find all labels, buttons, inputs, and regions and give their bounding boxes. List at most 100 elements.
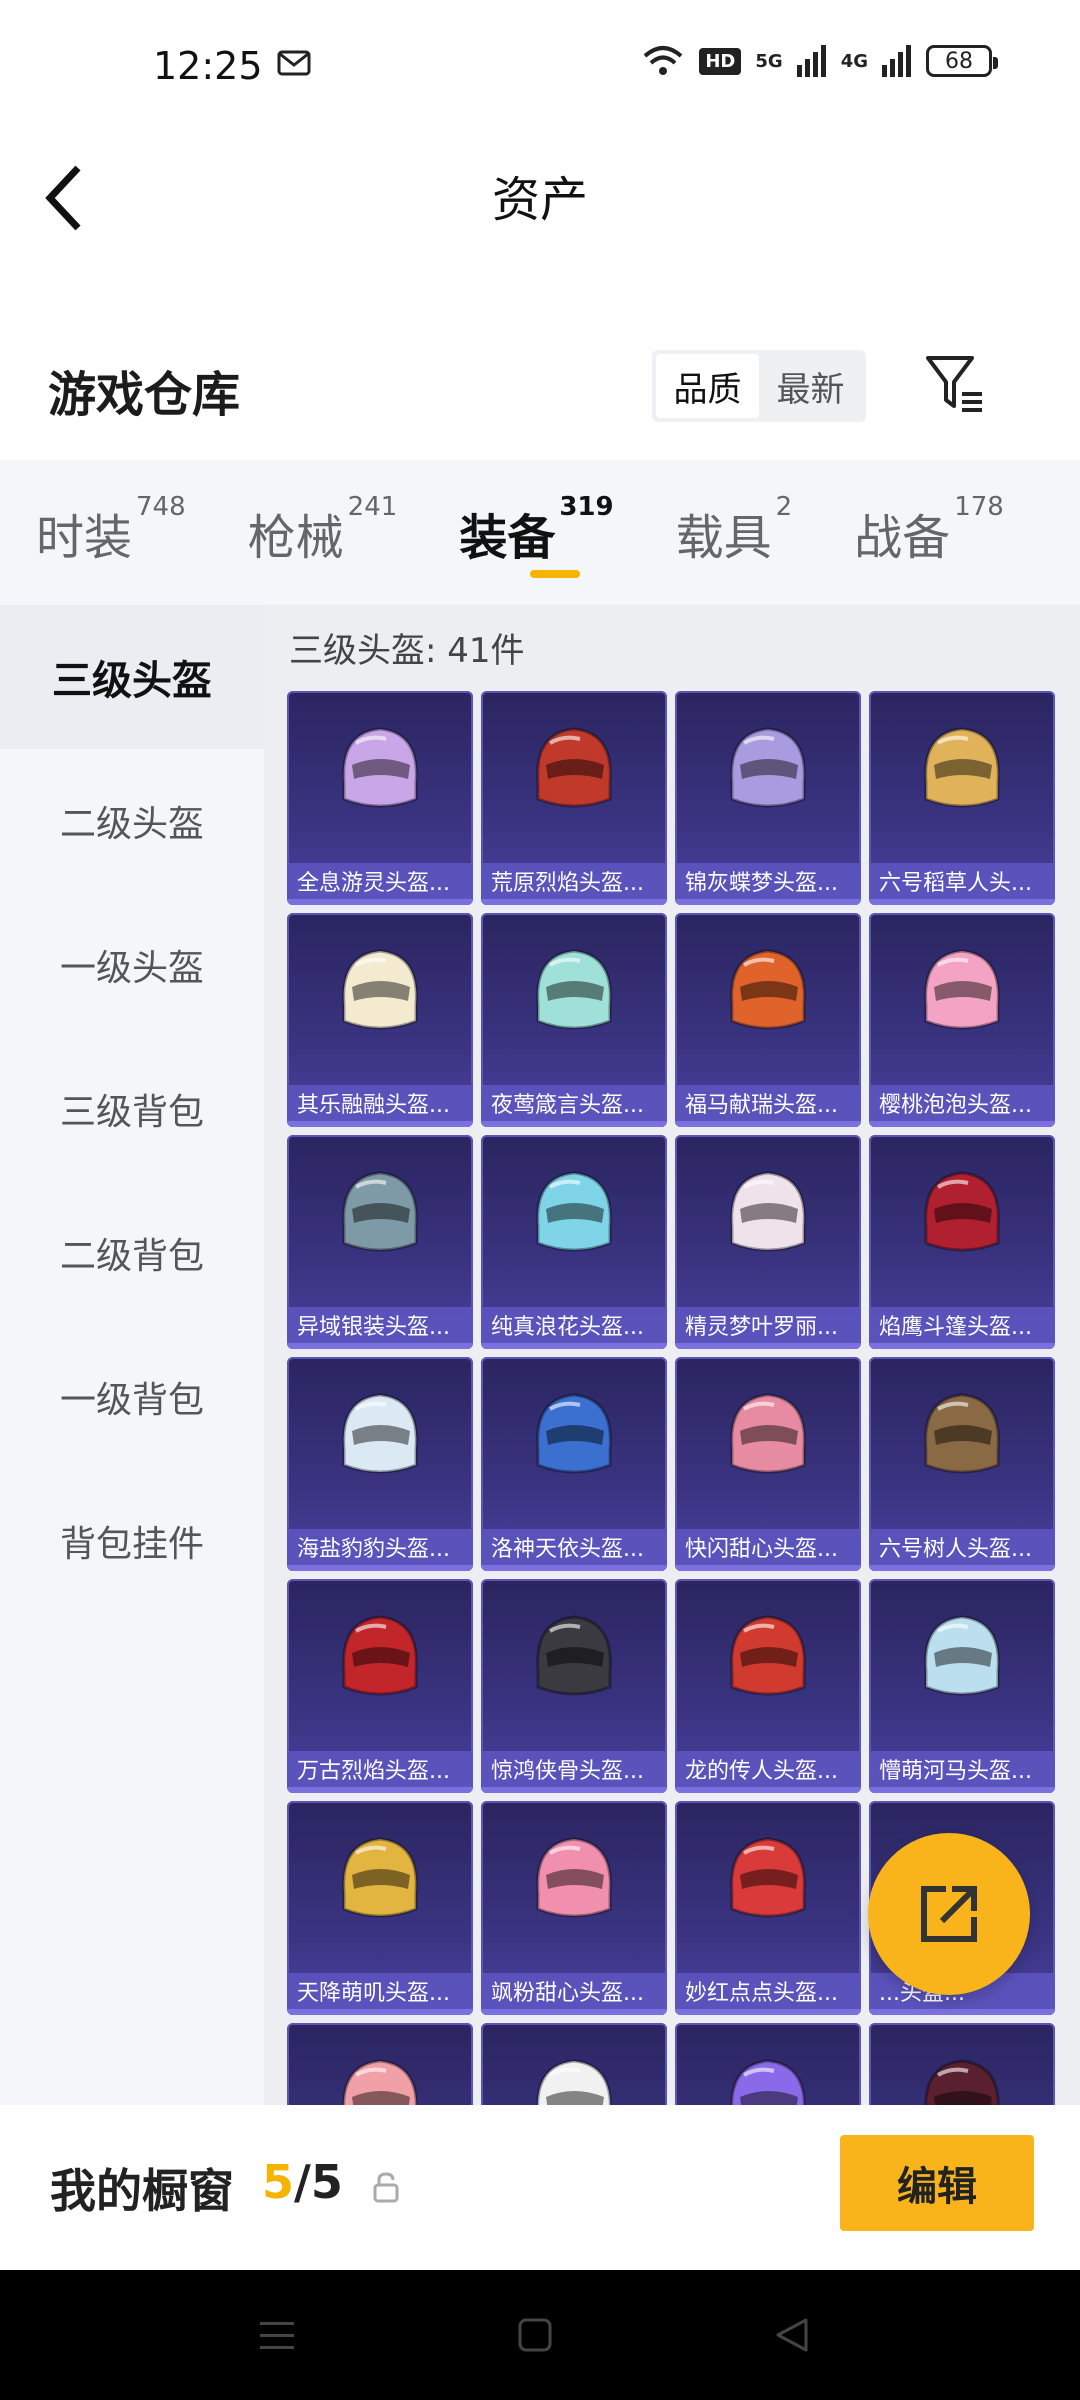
item-card[interactable]: 天降萌叽头盔... bbox=[287, 1801, 473, 2015]
helmet-icon bbox=[342, 1615, 418, 1696]
sort-toggle: 品质 最新 bbox=[652, 350, 866, 422]
tab-weapons[interactable]: 枪械241 bbox=[247, 492, 398, 568]
item-card[interactable]: 精灵梦叶罗丽... bbox=[675, 1135, 861, 1349]
message-icon bbox=[277, 50, 311, 76]
item-card[interactable]: 全息游灵头盔... bbox=[287, 691, 473, 905]
item-card[interactable]: 惊鸿侠骨头盔... bbox=[481, 1579, 667, 1793]
item-card[interactable]: 洛神天依头盔... bbox=[481, 1357, 667, 1571]
item-card[interactable]: 锦灰蝶梦头盔... bbox=[675, 691, 861, 905]
menu-icon[interactable] bbox=[254, 2312, 300, 2358]
item-card[interactable] bbox=[287, 2023, 473, 2105]
sort-option-latest[interactable]: 最新 bbox=[759, 354, 862, 418]
helmet-icon bbox=[536, 1171, 612, 1252]
tab-count: 178 bbox=[954, 491, 1004, 522]
item-card[interactable]: 纯真浪花头盔... bbox=[481, 1135, 667, 1349]
card-stripe bbox=[287, 1787, 473, 1793]
item-card[interactable]: 万古烈焰头盔... bbox=[287, 1579, 473, 1793]
item-card[interactable]: 快闪甜心头盔... bbox=[675, 1357, 861, 1571]
showcase-bar: 我的橱窗 5/5 编辑 bbox=[0, 2105, 1080, 2270]
wifi-icon bbox=[644, 46, 683, 75]
back-nav-icon[interactable] bbox=[770, 2312, 816, 2358]
helmet-icon bbox=[924, 1615, 1000, 1696]
item-card[interactable]: 六号稻草人头... bbox=[869, 691, 1055, 905]
home-icon[interactable] bbox=[512, 2312, 558, 2358]
card-stripe bbox=[287, 2009, 473, 2015]
helmet-icon bbox=[730, 1393, 806, 1474]
showcase-label: 我的橱窗 bbox=[50, 2164, 234, 2218]
tab-vehicles[interactable]: 载具2 bbox=[676, 492, 793, 568]
subnav-backpack-pendant[interactable]: 背包挂件 bbox=[0, 1469, 264, 1613]
signal-icon bbox=[796, 45, 826, 77]
tab-equipment[interactable]: 装备319 bbox=[459, 492, 613, 568]
subnav-level1-backpack[interactable]: 一级背包 bbox=[0, 1325, 264, 1469]
item-card[interactable]: 焰鹰斗篷头盔... bbox=[869, 1135, 1055, 1349]
app-screen: 12:25 HD 5G 4G 68 资产 游戏仓库 品质 最新 时装748 枪械… bbox=[0, 0, 1080, 2400]
tab-label: 时装 bbox=[36, 509, 133, 566]
tab-label: 枪械 bbox=[247, 509, 344, 566]
subnav-level1-helmet[interactable]: 一级头盔 bbox=[0, 893, 264, 1037]
subnav-level3-helmet[interactable]: 三级头盔 bbox=[0, 605, 264, 749]
tab-gear[interactable]: 战备178 bbox=[854, 492, 1004, 568]
page-title: 资产 bbox=[491, 172, 588, 228]
tab-fashion[interactable]: 时装748 bbox=[36, 492, 186, 568]
sort-option-quality[interactable]: 品质 bbox=[656, 354, 759, 418]
helmet-icon bbox=[730, 1837, 806, 1918]
battery-icon: 68 bbox=[926, 45, 998, 77]
card-stripe bbox=[675, 1343, 861, 1349]
item-card[interactable] bbox=[869, 2023, 1055, 2105]
item-card[interactable]: 其乐融融头盔... bbox=[287, 913, 473, 1127]
helmet-icon bbox=[536, 1393, 612, 1474]
signal-5g-label: 5G bbox=[755, 50, 783, 72]
item-card[interactable]: 海盐豹豹头盔... bbox=[287, 1357, 473, 1571]
card-stripe bbox=[869, 899, 1055, 905]
card-stripe bbox=[481, 1565, 667, 1571]
item-card[interactable]: 妙红点点头盔... bbox=[675, 1801, 861, 2015]
status-bar: 12:25 HD 5G 4G 68 bbox=[0, 0, 1080, 130]
tab-label: 装备 bbox=[459, 509, 556, 566]
card-stripe bbox=[675, 1787, 861, 1793]
item-card[interactable]: 荒原烈焰头盔... bbox=[481, 691, 667, 905]
card-stripe bbox=[675, 2009, 861, 2015]
category-tabs: 时装748 枪械241 装备319 载具2 战备178 bbox=[0, 460, 1080, 605]
filter-icon[interactable] bbox=[922, 350, 988, 416]
helmet-icon bbox=[536, 1615, 612, 1696]
item-card[interactable]: 夜莺箴言头盔... bbox=[481, 913, 667, 1127]
helmet-icon bbox=[924, 1171, 1000, 1252]
signal-4g-label: 4G bbox=[840, 50, 868, 72]
item-card[interactable] bbox=[481, 2023, 667, 2105]
subnav-level3-backpack[interactable]: 三级背包 bbox=[0, 1037, 264, 1181]
item-card[interactable]: 樱桃泡泡头盔... bbox=[869, 913, 1055, 1127]
share-fab-button[interactable] bbox=[868, 1833, 1030, 1995]
card-stripe bbox=[287, 899, 473, 905]
status-time: 12:25 bbox=[153, 44, 263, 88]
item-card[interactable]: 六号树人头盔... bbox=[869, 1357, 1055, 1571]
card-stripe bbox=[481, 899, 667, 905]
subnav-level2-backpack[interactable]: 二级背包 bbox=[0, 1181, 264, 1325]
card-stripe bbox=[869, 1787, 1055, 1793]
helmet-icon bbox=[924, 727, 1000, 808]
helmet-icon bbox=[730, 727, 806, 808]
helmet-icon bbox=[342, 727, 418, 808]
card-stripe bbox=[869, 1565, 1055, 1571]
helmet-icon bbox=[924, 949, 1000, 1030]
card-stripe bbox=[869, 1343, 1055, 1349]
helmet-icon bbox=[730, 2059, 806, 2105]
hd-badge: HD bbox=[699, 47, 742, 75]
item-card[interactable]: 龙的传人头盔... bbox=[675, 1579, 861, 1793]
tab-count: 319 bbox=[559, 491, 614, 522]
item-card[interactable]: 懵萌河马头盔... bbox=[869, 1579, 1055, 1793]
item-card[interactable]: 福马献瑞头盔... bbox=[675, 913, 861, 1127]
helmet-icon bbox=[924, 2059, 1000, 2105]
edit-button[interactable]: 编辑 bbox=[840, 2135, 1034, 2231]
battery-level: 68 bbox=[945, 48, 973, 74]
subnav-level2-helmet[interactable]: 二级头盔 bbox=[0, 749, 264, 893]
helmet-icon bbox=[342, 1171, 418, 1252]
card-stripe bbox=[675, 1565, 861, 1571]
card-stripe bbox=[481, 1343, 667, 1349]
item-card[interactable]: 异域银装头盔... bbox=[287, 1135, 473, 1349]
tab-label: 战备 bbox=[854, 509, 951, 566]
item-card[interactable]: 飒粉甜心头盔... bbox=[481, 1801, 667, 2015]
active-tab-indicator bbox=[530, 570, 580, 578]
item-card[interactable] bbox=[675, 2023, 861, 2105]
tab-count: 241 bbox=[347, 491, 398, 522]
